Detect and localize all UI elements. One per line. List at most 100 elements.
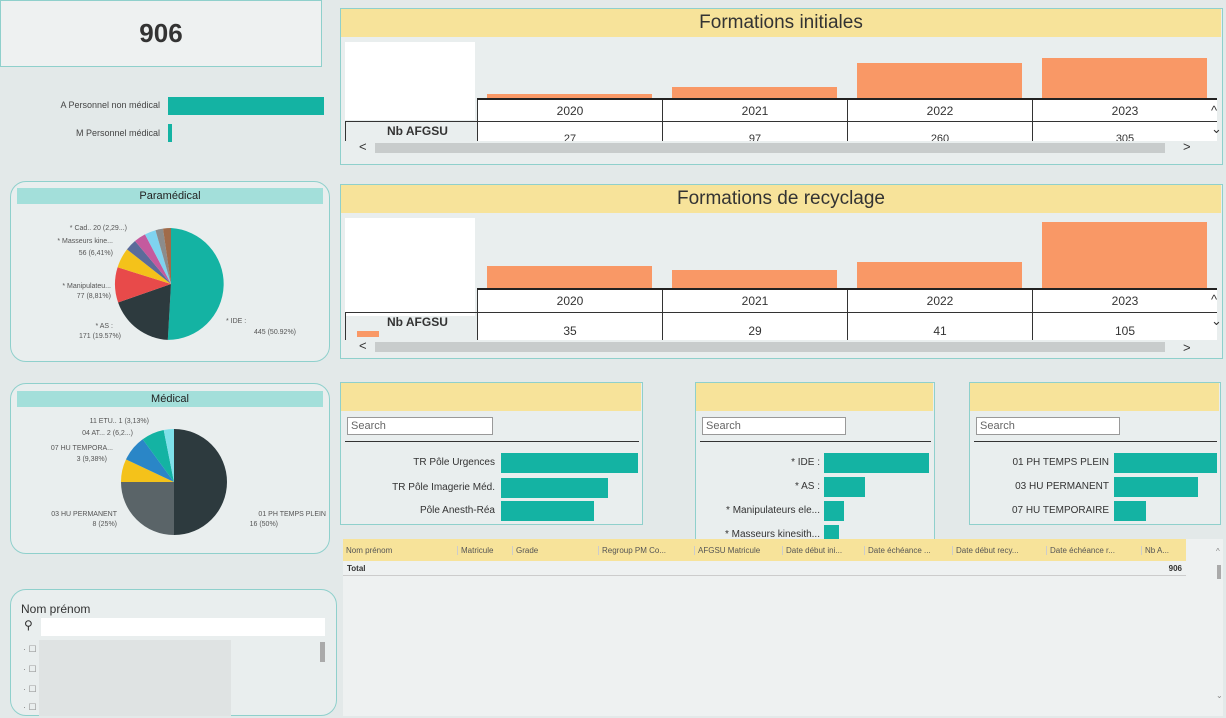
grade-label-as: * AS : bbox=[794, 481, 820, 492]
grade-slicer-header bbox=[696, 383, 933, 411]
paramedical-title: Paramédical bbox=[17, 188, 323, 204]
pole-divider bbox=[345, 441, 639, 442]
col-grade[interactable]: Grade bbox=[513, 545, 599, 555]
fr-scroll-right-icon[interactable]: > bbox=[1183, 340, 1191, 355]
personnel-bar-non-medical[interactable] bbox=[168, 97, 324, 115]
fi-scroll-left-icon[interactable]: < bbox=[359, 139, 367, 154]
col-regroup[interactable]: Regroup PM Co... bbox=[599, 545, 695, 555]
fr-values-row: 35 29 41 105 bbox=[477, 312, 1217, 340]
col-afgsu-matricule[interactable]: AFGSU Matricule bbox=[695, 545, 783, 555]
fi-year-header: 2020 2021 2022 2023 bbox=[477, 98, 1217, 122]
fi-scroll-up-icon[interactable]: ^ bbox=[1211, 103, 1217, 118]
pole-search-input[interactable]: Search bbox=[347, 417, 493, 435]
data-table: Nom prénom Matricule Grade Regroup PM Co… bbox=[343, 539, 1223, 716]
fr-bar-1[interactable] bbox=[672, 270, 837, 288]
checkbox-1[interactable]: · ☐ bbox=[23, 644, 37, 655]
statut-bar-ph[interactable] bbox=[1114, 453, 1217, 473]
col-date-debut-ini[interactable]: Date début ini... bbox=[783, 545, 865, 555]
formations-recyclage-title: Formations de recyclage bbox=[341, 185, 1221, 213]
fr-bar-0[interactable] bbox=[487, 266, 652, 288]
fr-white-row-header-area bbox=[345, 218, 475, 316]
grade-bar-ide[interactable] bbox=[824, 453, 929, 473]
personnel-label-medical: M Personnel médical bbox=[75, 128, 160, 138]
grade-label-ide: * IDE : bbox=[791, 457, 820, 468]
fr-scroll-left-icon[interactable]: < bbox=[359, 338, 367, 353]
fi-value-2021: 97 bbox=[662, 122, 847, 141]
paramedical-pie[interactable] bbox=[111, 224, 231, 344]
formations-initiales-card: Formations initiales 2020 2021 2022 2023… bbox=[340, 8, 1223, 165]
fr-year-2023: 2023 bbox=[1032, 290, 1217, 312]
grade-divider bbox=[700, 441, 931, 442]
statut-search-input[interactable]: Search bbox=[976, 417, 1120, 435]
fi-hscrollbar[interactable] bbox=[375, 143, 1165, 153]
fr-scroll-up-icon[interactable]: ^ bbox=[1211, 292, 1217, 307]
fi-bar-3[interactable] bbox=[1042, 57, 1207, 98]
fr-bar-2[interactable] bbox=[857, 262, 1022, 288]
paramedical-value-manip: 77 (8,81%) bbox=[76, 293, 111, 300]
medical-label-hu: 03 HU PERMANENT bbox=[51, 511, 117, 518]
grade-search-input[interactable]: Search bbox=[702, 417, 846, 435]
checkbox-4[interactable]: · ☐ bbox=[23, 702, 37, 713]
statut-bar-hu-perm[interactable] bbox=[1114, 477, 1198, 497]
col-nom-prenom[interactable]: Nom prénom bbox=[343, 545, 458, 555]
fr-year-header: 2020 2021 2022 2023 bbox=[477, 288, 1217, 312]
grade-bar-as[interactable] bbox=[824, 477, 865, 497]
fr-bar-3[interactable] bbox=[1042, 222, 1207, 288]
fi-scroll-down-icon[interactable]: ⌄ bbox=[1211, 121, 1222, 137]
nom-prenom-slicer: Nom prénom ⚲ · ☐ · ☐ · ☐ · ☐ bbox=[10, 589, 337, 716]
table-vscrollbar[interactable] bbox=[1217, 565, 1221, 579]
medical-pie[interactable] bbox=[119, 427, 229, 537]
fr-hscrollbar[interactable] bbox=[375, 342, 1165, 352]
list-scrollbar[interactable] bbox=[320, 642, 325, 662]
fi-bar-2[interactable] bbox=[857, 62, 1022, 98]
col-date-echeance[interactable]: Date échéance ... bbox=[865, 545, 953, 555]
medical-value-temp: 3 (9,38%) bbox=[76, 456, 107, 463]
checkbox-2[interactable]: · ☐ bbox=[23, 664, 37, 675]
paramedical-label-cad: * Cad.. 20 (2,29...) bbox=[69, 225, 127, 232]
pole-slicer: Search TR Pôle Urgences TR Pôle Imagerie… bbox=[340, 382, 643, 525]
paramedical-value-ide: 445 (50.92%) bbox=[253, 329, 296, 336]
fr-bar-area bbox=[477, 218, 1217, 288]
paramedical-label-as: * AS : bbox=[95, 323, 113, 330]
pie-slice-hu-perm bbox=[121, 482, 174, 535]
nom-prenom-search-input[interactable] bbox=[41, 618, 325, 636]
personnel-bar-chart: A Personnel non médical M Personnel médi… bbox=[8, 92, 330, 152]
paramedical-value-mass: 56 (6,41%) bbox=[78, 250, 113, 257]
col-matricule[interactable]: Matricule bbox=[458, 545, 513, 555]
fi-scroll-right-icon[interactable]: > bbox=[1183, 139, 1191, 154]
table-scroll-down-icon[interactable]: ⌄ bbox=[1216, 691, 1223, 700]
fr-scroll-down-icon[interactable]: ⌄ bbox=[1211, 313, 1222, 329]
col-nb-a[interactable]: Nb A... bbox=[1142, 546, 1186, 555]
statut-label-ph: 01 PH TEMPS PLEIN bbox=[1012, 457, 1109, 468]
checkbox-3[interactable]: · ☐ bbox=[23, 684, 37, 695]
pole-label-anesth: Pôle Anesth-Réa bbox=[419, 505, 495, 516]
pole-bar-urgences[interactable] bbox=[501, 453, 638, 473]
col-date-echeance-r[interactable]: Date échéance r... bbox=[1047, 545, 1142, 555]
nom-prenom-list bbox=[39, 640, 231, 716]
medical-title: Médical bbox=[17, 391, 323, 407]
grade-slicer: Search * IDE : * AS : * Manipulateurs el… bbox=[695, 382, 935, 542]
grade-bar-mass[interactable] bbox=[824, 525, 839, 539]
total-value: 906 bbox=[1168, 564, 1182, 573]
fr-year-2022: 2022 bbox=[847, 290, 1032, 312]
formations-initiales-title: Formations initiales bbox=[341, 9, 1221, 37]
col-date-debut-recy[interactable]: Date début recy... bbox=[953, 545, 1047, 555]
fi-year-2023: 2023 bbox=[1032, 100, 1217, 122]
statut-label-hu-perm: 03 HU PERMANENT bbox=[1015, 481, 1109, 492]
table-total-row: Total 906 bbox=[343, 561, 1186, 575]
paramedical-label-mass: * Masseurs kine... bbox=[57, 238, 113, 245]
statut-label-hu-temp: 07 HU TEMPORAIRE bbox=[1011, 505, 1109, 516]
table-scroll-up-icon[interactable]: ^ bbox=[1216, 547, 1220, 556]
fr-value-2022: 41 bbox=[847, 313, 1032, 340]
pole-bar-imagerie[interactable] bbox=[501, 478, 608, 498]
medical-value-hu: 8 (25%) bbox=[92, 521, 117, 528]
total-label: Total bbox=[347, 564, 366, 573]
pole-bar-anesth[interactable] bbox=[501, 501, 594, 521]
fi-bar-1[interactable] bbox=[672, 86, 837, 98]
personnel-bar-medical[interactable] bbox=[168, 124, 172, 142]
statut-bar-hu-temp[interactable] bbox=[1114, 501, 1146, 521]
grade-bar-manip[interactable] bbox=[824, 501, 844, 521]
medical-pie-card: Médical 11 ETU.. 1 (3,13%) 04 AT... 2 (6… bbox=[10, 383, 330, 554]
fi-year-2021: 2021 bbox=[662, 100, 847, 122]
paramedical-pie-card: Paramédical * Cad.. 20 (2,29...) * Masse… bbox=[10, 181, 330, 362]
